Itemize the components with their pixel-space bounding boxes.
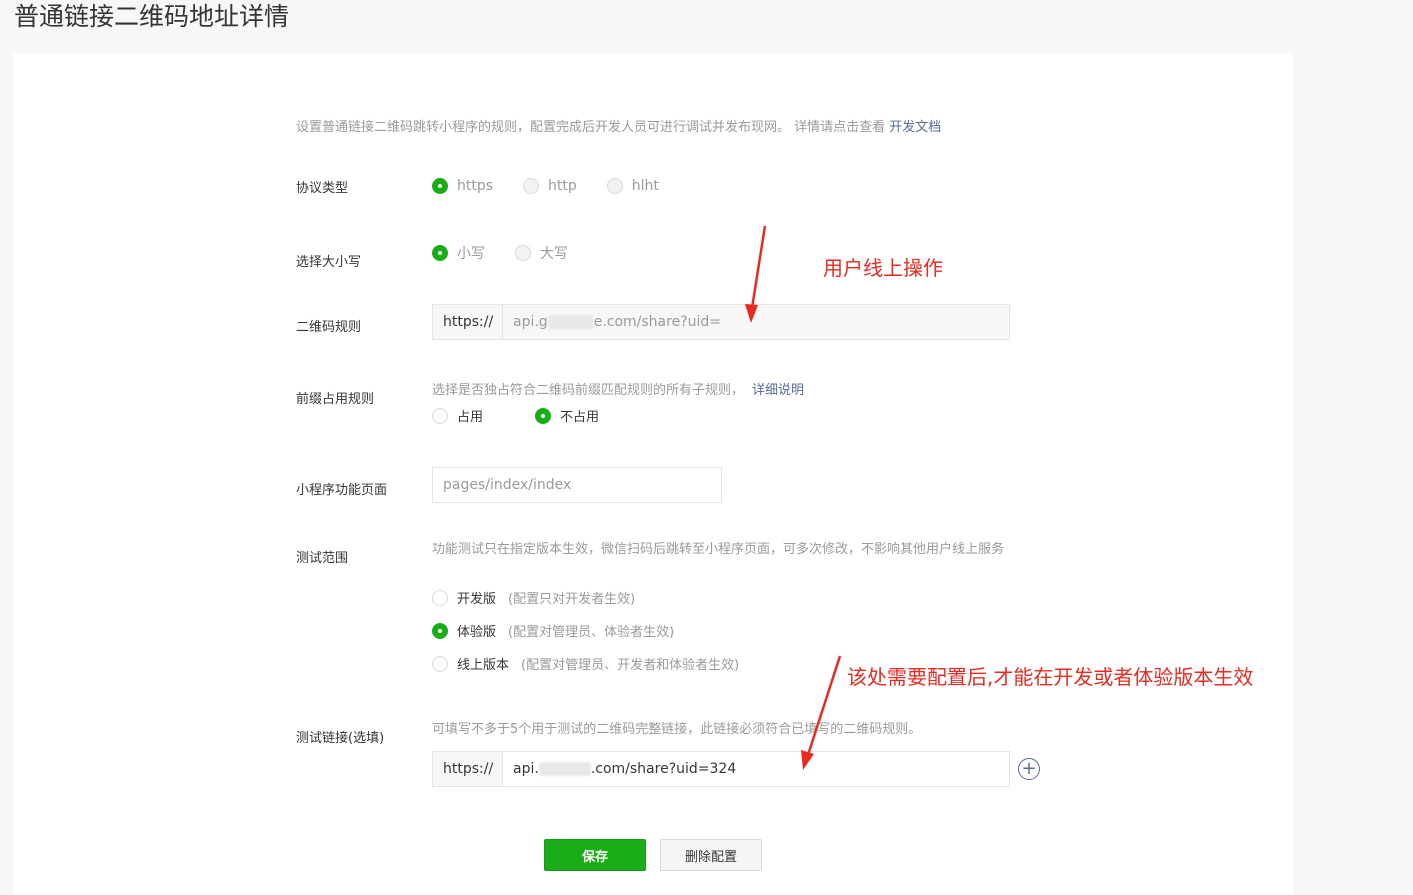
annotation-arrowhead [801, 750, 814, 770]
annotation-arrow-online [750, 225, 767, 309]
annotation-arrow-config [806, 655, 842, 756]
annotation-online-text: 用户线上操作 [823, 256, 943, 280]
annotation-arrows [745, 225, 842, 770]
annotation-arrowhead [745, 304, 758, 323]
annotation-config-text: 该处需要配置后,才能在开发或者体验版本生效 [847, 665, 1254, 689]
